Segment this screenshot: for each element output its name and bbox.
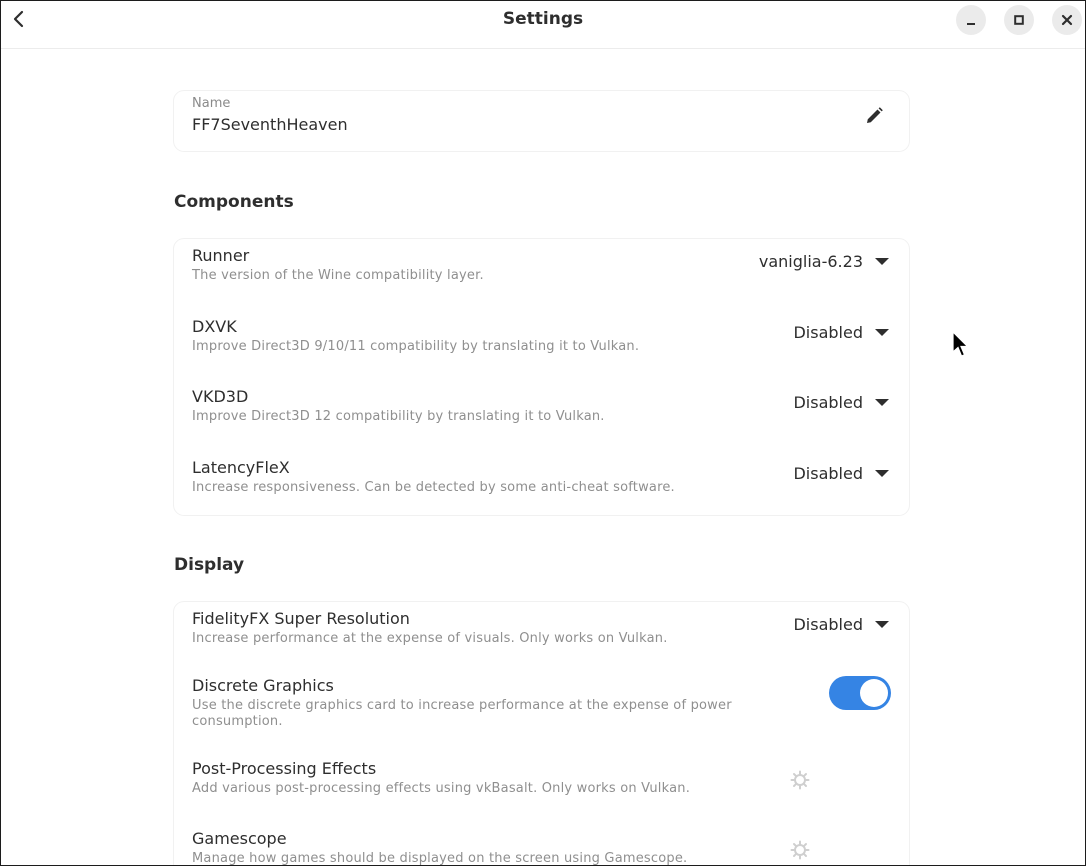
discrete-graphics-title: Discrete Graphics — [192, 676, 334, 695]
window-title: Settings — [502, 9, 584, 29]
runner-dropdown[interactable]: vaniglia-6.23 — [759, 252, 889, 271]
latencyflex-dropdown[interactable]: Disabled — [793, 464, 889, 483]
vkd3d-dropdown[interactable]: Disabled — [793, 393, 889, 412]
display-heading: Display — [174, 555, 245, 575]
dxvk-dropdown[interactable]: Disabled — [793, 323, 889, 342]
latencyflex-value: Disabled — [793, 464, 863, 483]
settings-window: Settings Name FF7SeventhHeaven Component… — [0, 0, 1086, 866]
display-card: FidelityFX Super Resolution Increase per… — [174, 602, 909, 865]
fsr-subtitle: Increase performance at the expense of v… — [192, 631, 668, 646]
maximize-button[interactable] — [1004, 5, 1034, 35]
fsr-title: FidelityFX Super Resolution — [192, 609, 410, 628]
settings-content: Name FF7SeventhHeaven Components Runner … — [1, 49, 1085, 865]
minimize-icon — [967, 23, 975, 25]
runner-title: Runner — [192, 246, 250, 265]
name-label: Name — [192, 96, 231, 111]
vkd3d-title: VKD3D — [192, 387, 249, 406]
name-value: FF7SeventhHeaven — [192, 115, 348, 134]
runner-subtitle: The version of the Wine compatibility la… — [192, 268, 484, 283]
gamescope-subtitle: Manage how games should be displayed on … — [192, 851, 688, 865]
dxvk-title: DXVK — [192, 317, 237, 336]
discrete-graphics-subtitle: Use the discrete graphics card to increa… — [192, 698, 732, 729]
name-card: Name FF7SeventhHeaven — [174, 91, 909, 151]
mouse-pointer-icon — [952, 331, 969, 357]
runner-value: vaniglia-6.23 — [758, 252, 863, 271]
dxvk-value: Disabled — [793, 323, 863, 342]
toggle-knob — [860, 679, 888, 707]
components-heading: Components — [174, 192, 294, 212]
edit-name-button[interactable] — [861, 103, 887, 129]
minimize-button[interactable] — [956, 5, 986, 35]
dropdown-arrow-icon — [875, 399, 889, 406]
dropdown-arrow-icon — [875, 470, 889, 477]
gear-icon[interactable] — [790, 770, 810, 790]
dropdown-arrow-icon — [875, 621, 889, 628]
vkd3d-subtitle: Improve Direct3D 12 compatibility by tra… — [192, 409, 605, 424]
discrete-graphics-toggle[interactable] — [829, 676, 891, 710]
pencil-icon — [867, 107, 883, 123]
dxvk-subtitle: Improve Direct3D 9/10/11 compatibility b… — [192, 339, 640, 354]
dropdown-arrow-icon — [875, 258, 889, 265]
close-icon — [1061, 14, 1073, 26]
latencyflex-title: LatencyFleX — [192, 458, 290, 477]
fsr-dropdown[interactable]: Disabled — [793, 615, 889, 634]
close-button[interactable] — [1052, 5, 1082, 35]
dropdown-arrow-icon — [875, 329, 889, 336]
post-processing-title: Post-Processing Effects — [192, 759, 377, 778]
components-card: Runner The version of the Wine compatibi… — [174, 239, 909, 515]
maximize-icon — [1014, 15, 1024, 25]
gamescope-title: Gamescope — [192, 829, 287, 848]
post-processing-subtitle: Add various post-processing effects usin… — [192, 781, 691, 796]
latencyflex-subtitle: Increase responsiveness. Can be detected… — [192, 480, 675, 495]
header-bar: Settings — [1, 1, 1085, 49]
fsr-value: Disabled — [793, 615, 863, 634]
gear-icon[interactable] — [790, 840, 810, 860]
vkd3d-value: Disabled — [793, 393, 863, 412]
